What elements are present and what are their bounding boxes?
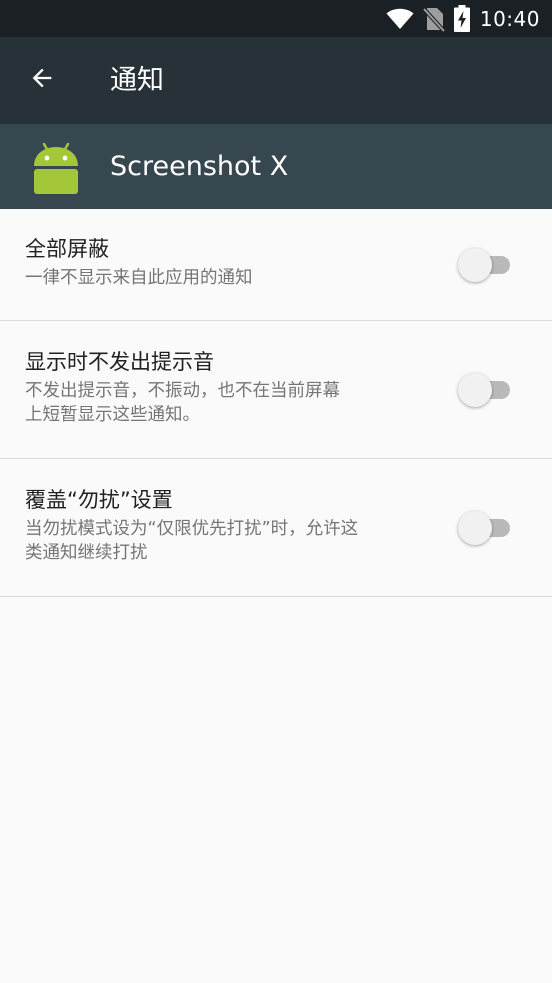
app-name: Screenshot X — [110, 151, 289, 182]
toggle-thumb — [458, 373, 492, 407]
setting-description: 不发出提示音，不振动，也不在当前屏幕 上短暂显示这些通知。 — [25, 379, 435, 427]
block-all-toggle[interactable] — [458, 248, 512, 282]
status-bar: 10:40 — [0, 0, 552, 37]
status-icons: 10:40 — [386, 0, 540, 37]
setting-description: 一律不显示来自此应用的通知 — [25, 266, 435, 290]
settings-list: 全部屏蔽 一律不显示来自此应用的通知 显示时不发出提示音 不发出提示音，不振动，… — [0, 209, 552, 597]
android-robot-icon — [28, 140, 84, 196]
app-header: Screenshot X — [0, 124, 552, 209]
setting-title: 显示时不发出提示音 — [25, 350, 214, 374]
setting-override-dnd[interactable]: 覆盖“勿扰”设置 当勿扰模式设为“仅限优先打扰”时，允许这 类通知继续打扰 — [0, 459, 552, 597]
setting-description-line: 一律不显示来自此应用的通知 — [25, 268, 253, 288]
setting-block-all[interactable]: 全部屏蔽 一律不显示来自此应用的通知 — [0, 209, 552, 321]
setting-description: 当勿扰模式设为“仅限优先打扰”时，允许这 类通知继续打扰 — [25, 517, 435, 565]
override-dnd-toggle[interactable] — [458, 511, 512, 545]
wifi-icon — [386, 8, 414, 30]
status-time: 10:40 — [479, 6, 540, 31]
toggle-thumb — [458, 511, 492, 545]
setting-description-line: 类通知继续打扰 — [25, 543, 148, 563]
toggle-thumb — [458, 248, 492, 282]
battery-charging-icon — [453, 5, 470, 32]
page-title: 通知 — [110, 65, 164, 96]
setting-description-line: 当勿扰模式设为“仅限优先打扰”时，允许这 — [25, 519, 359, 539]
setting-description-line: 不发出提示音，不振动，也不在当前屏幕 — [25, 381, 340, 401]
setting-title: 覆盖“勿扰”设置 — [25, 488, 173, 512]
back-button[interactable] — [14, 52, 70, 108]
arrow-back-icon — [28, 64, 56, 96]
app-bar: 通知 — [0, 37, 552, 124]
setting-title: 全部屏蔽 — [25, 237, 109, 261]
setting-text: 全部屏蔽 一律不显示来自此应用的通知 — [25, 235, 435, 290]
setting-silent[interactable]: 显示时不发出提示音 不发出提示音，不振动，也不在当前屏幕 上短暂显示这些通知。 — [0, 321, 552, 459]
setting-description-line: 上短暂显示这些通知。 — [25, 405, 200, 425]
setting-text: 显示时不发出提示音 不发出提示音，不振动，也不在当前屏幕 上短暂显示这些通知。 — [25, 348, 435, 427]
no-sim-icon — [422, 6, 446, 32]
silent-toggle[interactable] — [458, 373, 512, 407]
setting-text: 覆盖“勿扰”设置 当勿扰模式设为“仅限优先打扰”时，允许这 类通知继续打扰 — [25, 486, 435, 565]
